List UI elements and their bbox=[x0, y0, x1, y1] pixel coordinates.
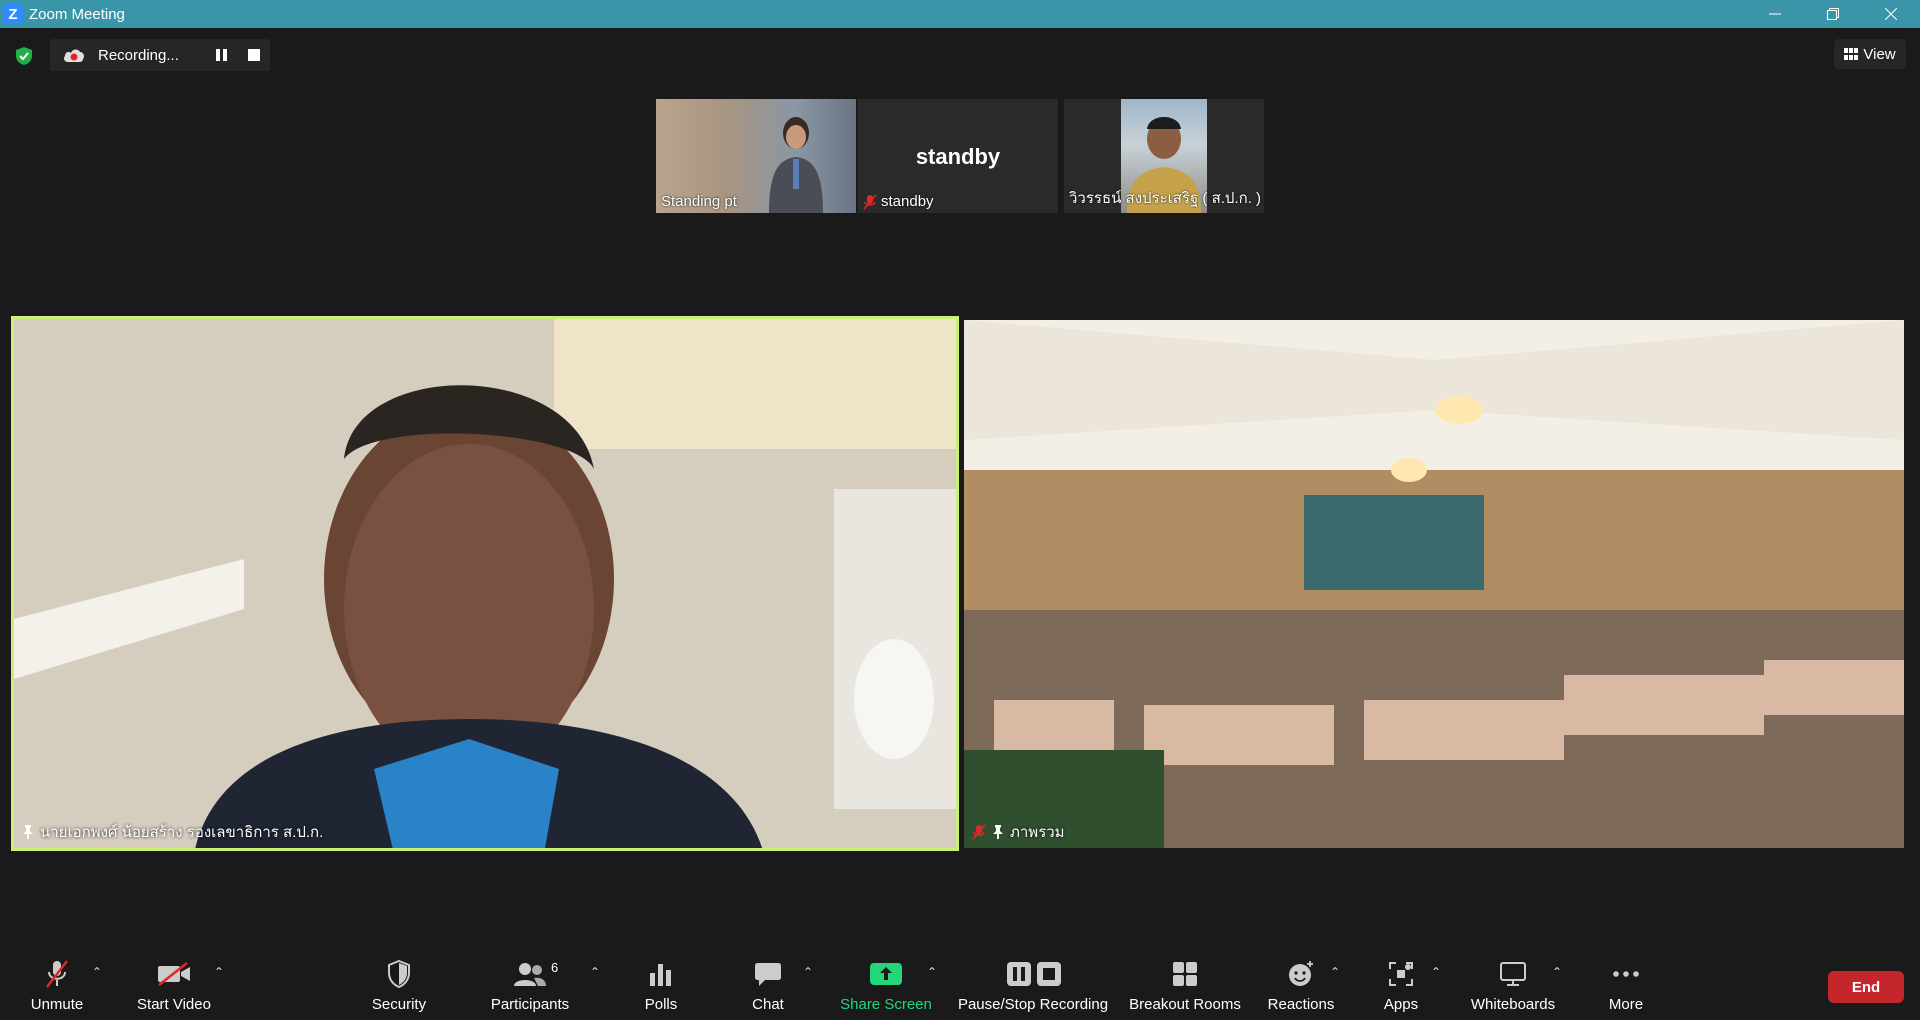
room-video[interactable]: ภาพรวม bbox=[964, 320, 1904, 848]
participant-name: นายเอกพงศ์ น้อยสร้าง รองเลขาธิการ ส.ป.ก. bbox=[40, 824, 324, 841]
apps-label: Apps bbox=[1383, 996, 1419, 1013]
security-shield-icon bbox=[382, 959, 416, 989]
participant-name-label: นายเอกพงศ์ น้อยสร้าง รองเลขาธิการ ส.ป.ก. bbox=[22, 820, 323, 844]
apps-options-caret-icon[interactable]: ⌃ bbox=[1429, 966, 1443, 978]
unmute-button[interactable]: Unmute bbox=[26, 959, 88, 1019]
restore-icon bbox=[1827, 8, 1839, 20]
pause-stop-recording-button[interactable]: Pause/Stop Recording bbox=[958, 959, 1108, 1019]
encryption-shield-icon[interactable] bbox=[14, 46, 34, 66]
participant-video-figure bbox=[769, 117, 823, 213]
chat-label: Chat bbox=[752, 996, 784, 1013]
close-window-button[interactable] bbox=[1862, 0, 1920, 28]
muted-mic-icon bbox=[863, 194, 877, 209]
speaker-video-feed bbox=[14, 319, 956, 848]
more-button[interactable]: More bbox=[1604, 959, 1648, 1019]
participant-name: standby bbox=[881, 193, 934, 210]
polls-label: Polls bbox=[644, 996, 678, 1013]
minimize-icon bbox=[1769, 13, 1781, 15]
recording-status: Recording... bbox=[98, 46, 179, 64]
participant-name: ภาพรวม bbox=[1010, 824, 1065, 841]
reactions-options-caret-icon[interactable]: ⌃ bbox=[1328, 966, 1342, 978]
title-bar: Z Zoom Meeting bbox=[0, 0, 1920, 28]
apps-button[interactable]: Apps bbox=[1382, 959, 1420, 1019]
participant-thumbnail[interactable]: Standing pt bbox=[656, 99, 856, 213]
muted-microphone-icon bbox=[40, 959, 74, 989]
participant-name-label: วิวรรธน์ สงประเสริฐ ( ส.ป.ก. ) bbox=[1069, 186, 1261, 210]
share-screen-label: Share Screen bbox=[840, 996, 932, 1013]
audio-options-caret-icon[interactable]: ⌃ bbox=[90, 966, 104, 978]
window-title: Zoom Meeting bbox=[29, 5, 125, 23]
pause-stop-recording-icon bbox=[1003, 959, 1063, 989]
participant-name-label: ภาพรวม bbox=[972, 820, 1065, 844]
stop-recording-button[interactable] bbox=[248, 49, 260, 61]
security-label: Security bbox=[371, 996, 427, 1013]
grid-view-icon bbox=[1844, 48, 1859, 60]
more-label: More bbox=[1608, 996, 1644, 1013]
chat-bubble-icon bbox=[751, 959, 785, 989]
participant-name: วิวรรธน์ สงประเสริฐ ( ส.ป.ก. ) bbox=[1069, 190, 1262, 207]
chat-options-caret-icon[interactable]: ⌃ bbox=[801, 966, 815, 978]
security-button[interactable]: Security bbox=[368, 959, 430, 1019]
participant-thumbnail[interactable]: วิวรรธน์ สงประเสริฐ ( ส.ป.ก. ) bbox=[1064, 99, 1264, 213]
video-off-icon bbox=[157, 959, 191, 989]
participants-count: 6 bbox=[551, 960, 559, 975]
cloud-recording-icon bbox=[64, 49, 84, 62]
zoom-logo-icon: Z bbox=[3, 4, 23, 24]
pause-recording-button[interactable] bbox=[216, 48, 230, 62]
breakout-rooms-label: Breakout Rooms bbox=[1129, 996, 1241, 1013]
share-screen-icon bbox=[869, 959, 903, 989]
muted-mic-icon bbox=[972, 824, 986, 840]
view-button[interactable]: View bbox=[1834, 39, 1906, 69]
reactions-label: Reactions bbox=[1267, 996, 1335, 1013]
reactions-smiley-icon bbox=[1284, 959, 1318, 989]
meeting-toolbar: Unmute ⌃ Start Video ⌃ Security Particip… bbox=[0, 945, 1920, 1020]
participant-name-label: Standing pt bbox=[661, 193, 737, 210]
recording-indicator: Recording... bbox=[50, 39, 270, 71]
video-options-caret-icon[interactable]: ⌃ bbox=[212, 966, 226, 978]
participant-display-name: standby bbox=[915, 144, 1001, 169]
reactions-button[interactable]: Reactions bbox=[1266, 959, 1336, 1019]
end-meeting-button[interactable]: End bbox=[1828, 971, 1904, 1003]
pin-icon bbox=[23, 825, 33, 839]
participants-icon bbox=[513, 959, 547, 989]
room-video-feed bbox=[964, 320, 1904, 848]
minimize-button[interactable] bbox=[1746, 0, 1804, 28]
whiteboards-options-caret-icon[interactable]: ⌃ bbox=[1550, 966, 1564, 978]
breakout-rooms-icon bbox=[1168, 959, 1202, 989]
view-label: View bbox=[1863, 45, 1896, 63]
close-icon bbox=[1885, 8, 1897, 20]
whiteboards-button[interactable]: Whiteboards bbox=[1468, 959, 1558, 1019]
whiteboard-icon bbox=[1496, 959, 1530, 989]
chat-button[interactable]: Chat bbox=[748, 959, 788, 1019]
pin-icon bbox=[993, 825, 1003, 839]
participant-name-label: standby bbox=[863, 193, 934, 210]
share-options-caret-icon[interactable]: ⌃ bbox=[925, 966, 939, 978]
participant-name: Standing pt bbox=[661, 193, 737, 210]
apps-icon bbox=[1384, 959, 1418, 989]
window-controls bbox=[1746, 0, 1920, 28]
restore-button[interactable] bbox=[1804, 0, 1862, 28]
participants-button[interactable]: Participants bbox=[488, 959, 572, 1019]
breakout-rooms-button[interactable]: Breakout Rooms bbox=[1128, 959, 1242, 1019]
start-video-label: Start Video bbox=[137, 996, 211, 1013]
share-screen-button[interactable]: Share Screen bbox=[840, 959, 932, 1019]
polls-button[interactable]: Polls bbox=[636, 959, 686, 1019]
whiteboards-label: Whiteboards bbox=[1470, 996, 1556, 1013]
participant-thumbnail[interactable]: standby standby bbox=[858, 99, 1058, 213]
participants-options-caret-icon[interactable]: ⌃ bbox=[588, 966, 602, 978]
unmute-label: Unmute bbox=[30, 996, 84, 1013]
pause-stop-recording-label: Pause/Stop Recording bbox=[957, 996, 1109, 1013]
start-video-button[interactable]: Start Video bbox=[134, 959, 214, 1019]
participants-label: Participants bbox=[490, 996, 570, 1013]
active-speaker-video[interactable]: นายเอกพงศ์ น้อยสร้าง รองเลขาธิการ ส.ป.ก. bbox=[11, 316, 959, 851]
polls-icon bbox=[644, 959, 678, 989]
more-dots-icon bbox=[1609, 959, 1643, 989]
